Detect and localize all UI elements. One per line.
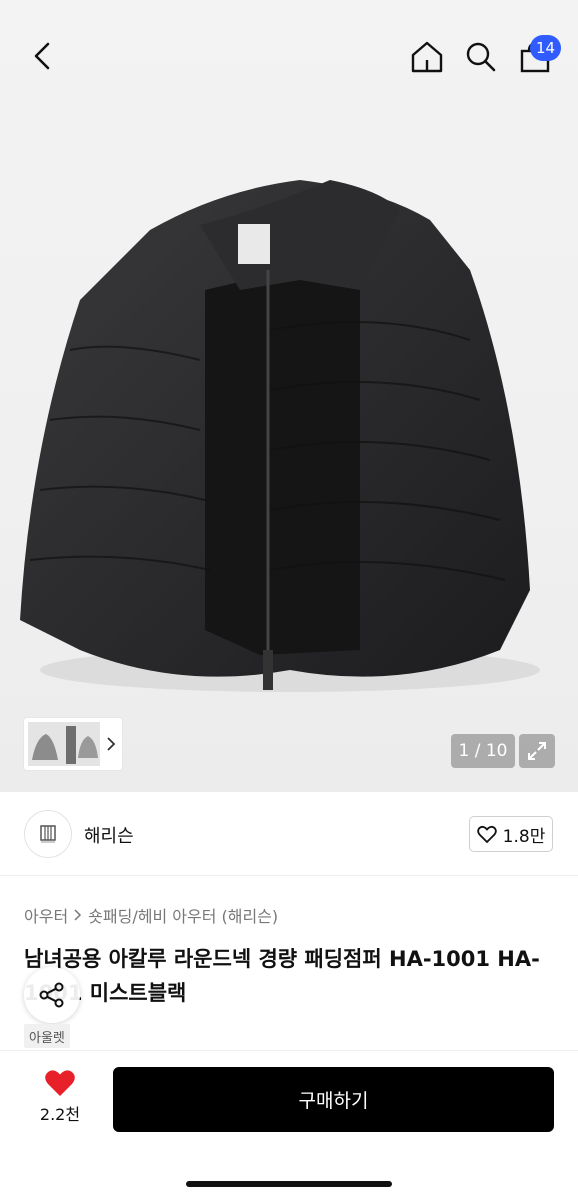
home-button[interactable] (406, 36, 448, 78)
buy-button[interactable]: 구매하기 (113, 1067, 554, 1132)
wishlist-button[interactable]: 2.2천 (28, 1069, 92, 1135)
seller-logo[interactable] (24, 810, 72, 858)
thumbnail-image[interactable] (28, 722, 100, 766)
search-icon (466, 42, 496, 72)
breadcrumb-item[interactable]: 아우터 (24, 903, 68, 927)
search-button[interactable] (460, 36, 502, 78)
seller-like-count: 1.8만 (502, 826, 546, 847)
share-button[interactable] (24, 967, 80, 1023)
top-navigation-bar: 14 (0, 0, 578, 112)
breadcrumb: 아우터 숏패딩/헤비 아우터 (해리슨) (24, 903, 278, 927)
product-title: 남녀공용 아칼루 라운드넥 경량 패딩점퍼 HA-1001 HA-1001 미스… (24, 947, 540, 1005)
chevron-right-icon (74, 909, 82, 921)
chevron-right-icon (107, 737, 116, 751)
seller-like-button[interactable]: 1.8만 (469, 816, 553, 852)
heart-outline-icon (476, 825, 497, 843)
expand-icon (528, 742, 546, 760)
product-image (20, 180, 540, 692)
brand-logo-icon (40, 825, 56, 843)
home-icon (411, 41, 443, 73)
heart-filled-icon (45, 1070, 75, 1096)
thumbnail-strip[interactable] (24, 718, 122, 770)
expand-image-button[interactable] (519, 734, 555, 768)
back-button[interactable] (22, 36, 62, 76)
thumbnail-preview (28, 722, 100, 766)
bottom-action-bar: 2.2천 구매하기 (0, 1050, 578, 1200)
cart-count-badge: 14 (530, 35, 562, 61)
share-icon (39, 982, 64, 1008)
chevron-left-icon (34, 42, 50, 70)
product-image-gallery[interactable]: 14 1 / 10 (0, 0, 578, 792)
seller-name[interactable]: 해리슨 (84, 822, 134, 848)
breadcrumb-item[interactable]: 숏패딩/헤비 아우터 (해리슨) (88, 903, 278, 927)
outlet-tag: 아울렛 (24, 1024, 70, 1048)
wishlist-count: 2.2천 (39, 1105, 81, 1124)
home-indicator (186, 1181, 392, 1187)
image-page-indicator: 1 / 10 (451, 734, 515, 768)
